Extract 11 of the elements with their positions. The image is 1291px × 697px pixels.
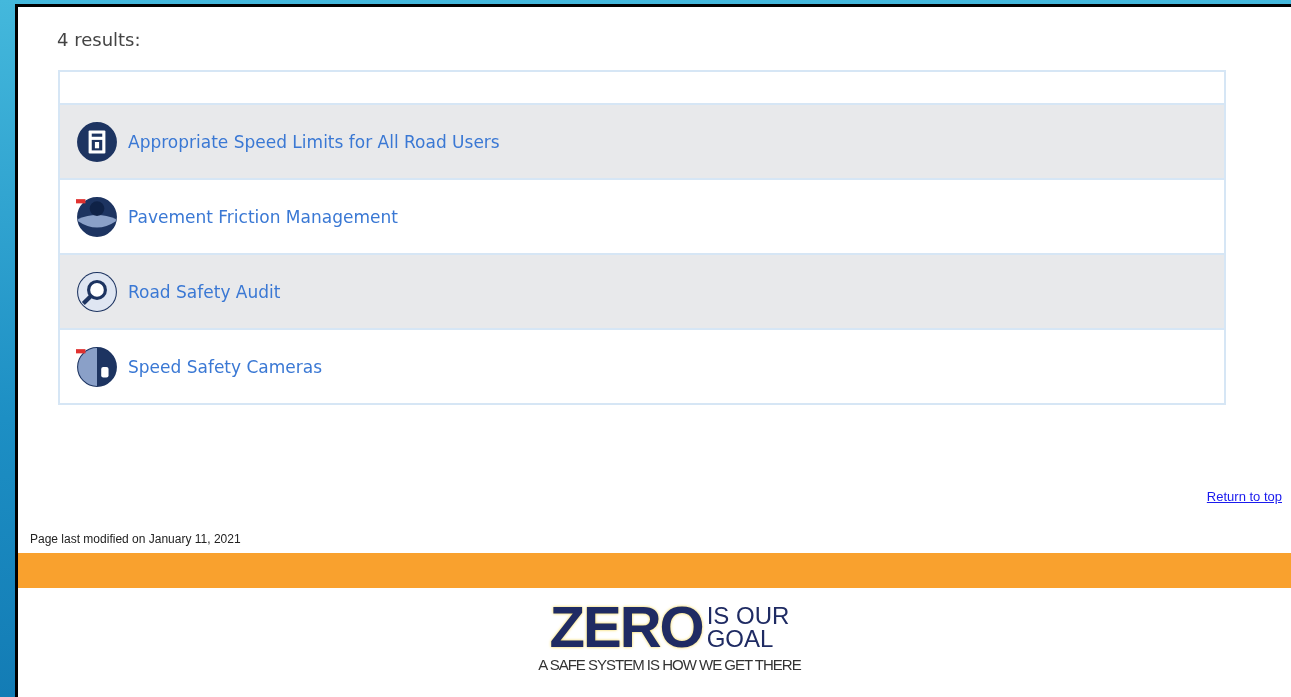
logo-tagline: A SAFE SYSTEM IS HOW WE GET THERE — [538, 656, 801, 673]
result-link[interactable]: Appropriate Speed Limits for All Road Users — [128, 131, 500, 152]
result-link[interactable]: Speed Safety Cameras — [128, 356, 323, 377]
result-link[interactable]: Road Safety Audit — [128, 281, 281, 302]
results-count: 4 results: — [57, 29, 142, 50]
logo-word: ZERO — [549, 602, 703, 652]
return-to-top-link[interactable]: Return to top — [1206, 489, 1282, 504]
last-modified-text: Page last modified on January 11, 2021 — [30, 532, 242, 546]
logo-text: IS OUR — [706, 604, 790, 627]
result-link[interactable]: Pavement Friction Management — [128, 206, 398, 227]
logo-text: GOAL — [706, 627, 775, 650]
